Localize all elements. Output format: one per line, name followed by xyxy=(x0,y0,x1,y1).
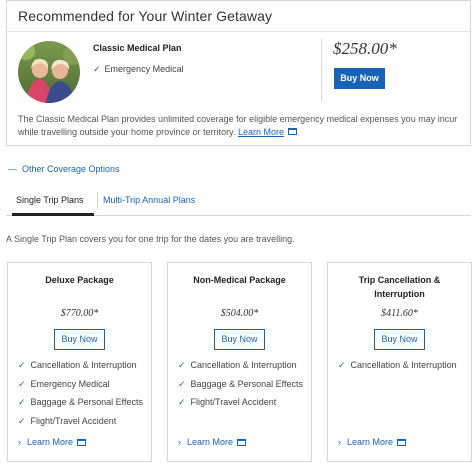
buy-now-button[interactable]: Buy Now xyxy=(374,329,425,350)
travellers-photo xyxy=(18,41,80,103)
other-coverage-toggle[interactable]: — Other Coverage Options xyxy=(8,164,120,174)
check-icon: ✓ xyxy=(93,64,101,74)
check-icon: ✓ xyxy=(178,360,186,370)
plan-name: Classic Medical Plan xyxy=(93,43,182,53)
feature-label: Baggage & Personal Effects xyxy=(190,379,303,389)
other-coverage-label: Other Coverage Options xyxy=(22,164,120,174)
recommended-price: $258.00* xyxy=(333,39,397,58)
check-icon: ✓ xyxy=(18,379,26,389)
plan-feature: ✓ Emergency Medical xyxy=(93,64,184,75)
feature-item: ✓ Flight/Travel Accident xyxy=(178,397,276,408)
tab-separator xyxy=(97,192,98,210)
feature-label: Flight/Travel Accident xyxy=(30,416,117,426)
learn-more-link[interactable]: › Learn More xyxy=(18,437,87,448)
feature-label: Cancellation & Interruption xyxy=(350,360,457,370)
plan-card-trip-cancellation: Trip Cancellation & Interruption $411.60… xyxy=(327,262,472,462)
learn-more-link[interactable]: › Learn More xyxy=(178,437,247,448)
buy-now-button[interactable]: Buy Now xyxy=(214,329,265,350)
recommendation-divider xyxy=(7,31,470,32)
feature-item: ✓ Cancellation & Interruption xyxy=(338,360,457,371)
plan-tabs: Single Trip Plans Multi-Trip Annual Plan… xyxy=(6,186,471,216)
tab-multi-trip[interactable]: Multi-Trip Annual Plans xyxy=(103,195,195,205)
check-icon: ✓ xyxy=(178,379,186,389)
learn-more-link[interactable]: Learn More xyxy=(238,127,284,137)
learn-more-label: Learn More xyxy=(27,437,74,447)
feature-item: ✓ Baggage & Personal Effects xyxy=(178,379,303,390)
tab-single-trip[interactable]: Single Trip Plans xyxy=(16,195,84,205)
feature-item: ✓ Flight/Travel Accident xyxy=(18,416,116,427)
card-price: $504.00* xyxy=(220,308,259,319)
card-title: Non-Medical Package xyxy=(193,275,286,285)
active-tab-indicator xyxy=(12,213,94,216)
card-title: Trip Cancellation & xyxy=(358,275,441,285)
learn-more-link[interactable]: › Learn More xyxy=(338,437,407,448)
single-trip-intro: A Single Trip Plan covers you for one tr… xyxy=(6,234,295,244)
check-icon: ✓ xyxy=(18,416,26,426)
plan-description: The Classic Medical Plan provides unlimi… xyxy=(18,113,466,139)
feature-label: Flight/Travel Accident xyxy=(190,397,277,407)
external-link-icon xyxy=(77,438,87,448)
check-icon: ✓ xyxy=(178,397,186,407)
check-icon: ✓ xyxy=(18,360,26,370)
external-link-icon xyxy=(237,438,247,448)
feature-item: ✓ Emergency Medical xyxy=(18,379,110,390)
buy-now-button[interactable]: Buy Now xyxy=(54,329,105,350)
feature-item: ✓ Cancellation & Interruption xyxy=(178,360,297,371)
plan-card-deluxe: Deluxe Package $770.00* Buy Now ✓ Cancell… xyxy=(7,262,152,462)
feature-label: Baggage & Personal Effects xyxy=(30,397,143,407)
card-title-line2: Interruption xyxy=(374,289,425,299)
chevron-right-icon: › xyxy=(18,437,21,447)
feature-label: Cancellation & Interruption xyxy=(190,360,297,370)
recommendation-title: Recommended for Your Winter Getaway xyxy=(18,8,273,24)
buy-now-button[interactable]: Buy Now xyxy=(334,68,385,89)
recommendation-panel: Recommended for Your Winter Getaway Clas… xyxy=(6,0,471,146)
external-link-icon xyxy=(397,438,407,448)
chevron-right-icon: › xyxy=(338,437,341,447)
feature-label: Cancellation & Interruption xyxy=(30,360,137,370)
plan-feature-label: Emergency Medical xyxy=(104,64,184,74)
card-price: $770.00* xyxy=(60,308,99,319)
learn-more-label: Learn More xyxy=(237,127,284,137)
feature-item: ✓ Baggage & Personal Effects xyxy=(18,397,143,408)
feature-label: Emergency Medical xyxy=(30,379,110,389)
card-price: $411.60* xyxy=(381,308,418,319)
feature-item: ✓ Cancellation & Interruption xyxy=(18,360,137,371)
external-link-icon xyxy=(287,126,297,139)
check-icon: ✓ xyxy=(18,397,26,407)
learn-more-label: Learn More xyxy=(187,437,234,447)
price-divider xyxy=(321,39,322,101)
check-icon: ✓ xyxy=(338,360,346,370)
chevron-right-icon: › xyxy=(178,437,181,447)
minus-icon: — xyxy=(8,164,17,174)
learn-more-label: Learn More xyxy=(347,437,394,447)
plan-card-non-medical: Non-Medical Package $504.00* Buy Now ✓ Ca… xyxy=(167,262,312,462)
card-title: Deluxe Package xyxy=(45,275,114,285)
